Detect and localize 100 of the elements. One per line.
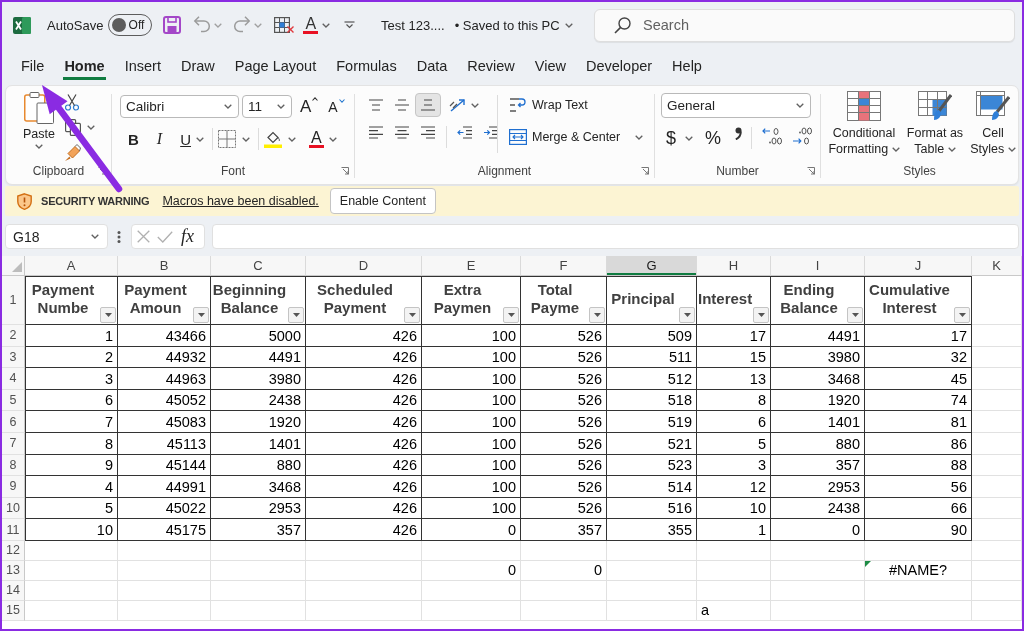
merge-center-button[interactable]: Merge & Center [504,125,626,149]
chevron-down-icon[interactable] [685,135,693,141]
column-header[interactable]: K [972,256,1022,276]
column-header[interactable]: F [521,256,607,276]
ribbon-tab[interactable]: Formulas [326,51,407,82]
row-header[interactable]: 11 [2,519,25,541]
bold-button[interactable]: B [123,127,144,151]
dialog-launcher-icon[interactable] [641,167,649,175]
currency-button[interactable]: $ [661,126,681,150]
formula-input[interactable] [212,224,1019,249]
table-x-icon[interactable] [274,17,295,33]
font-size-dropdown[interactable]: 11 [242,94,292,118]
row-header[interactable]: 4 [2,368,25,390]
chevron-down-icon[interactable] [288,136,296,142]
search-field[interactable]: Search [594,8,1015,42]
align-center-icon[interactable] [394,126,410,139]
vertical-dots-icon[interactable] [117,231,121,243]
chevron-down-icon[interactable] [635,134,644,140]
ribbon-tab[interactable]: Review [457,51,525,82]
ribbon-tab[interactable]: Insert [114,51,171,82]
ribbon-tab[interactable]: View [524,51,576,82]
paint-bucket-icon[interactable] [264,130,282,148]
filter-button[interactable] [503,307,519,323]
paintbrush-icon[interactable] [64,144,81,161]
cell-styles-button[interactable]: Cell Styles [969,91,1017,162]
column-header[interactable]: C [211,256,306,276]
comma-icon[interactable] [735,127,743,140]
align-left-icon[interactable] [368,126,384,139]
row-header[interactable]: 15 [2,600,25,621]
filter-button[interactable] [193,307,209,323]
ribbon-tab[interactable]: Developer [576,51,663,82]
filter-button[interactable] [679,307,695,323]
filter-button[interactable] [847,307,863,323]
column-header[interactable]: A [25,256,118,276]
row-header[interactable]: 6 [2,411,25,433]
align-right-icon[interactable] [420,126,436,139]
chevron-down-icon[interactable] [322,22,331,28]
shrink-font-button[interactable]: A [323,94,350,118]
indent-left-icon[interactable] [457,126,473,139]
diagonal-arrow-icon[interactable] [449,98,467,112]
italic-button[interactable]: I [151,127,168,151]
ribbon-tab[interactable]: Draw [170,51,225,82]
font-color-button[interactable]: A [303,16,319,34]
column-header[interactable]: H [697,256,771,276]
app-logo-icon[interactable] [13,16,31,34]
borders-icon[interactable] [218,130,236,148]
row-header[interactable]: 8 [2,454,25,477]
row-header[interactable]: 13 [2,560,25,581]
format-as-table-button[interactable]: Format as Table [905,91,965,162]
filter-button[interactable] [404,307,420,323]
name-box[interactable]: G18 [5,224,108,249]
indent-right-icon[interactable] [483,126,499,139]
ribbon-tab[interactable]: Page Layout [224,51,327,82]
percent-button[interactable]: % [700,126,727,150]
row-header[interactable]: 5 [2,389,25,412]
macros-link[interactable]: Macros have been disabled. [162,194,319,208]
chevron-down-icon[interactable] [564,22,573,28]
filter-button[interactable] [954,307,970,323]
row-header[interactable]: 12 [2,540,25,561]
decimal-right-icon[interactable] [792,127,813,145]
ribbon-tab[interactable]: File [11,51,55,82]
column-header[interactable]: E [422,256,521,276]
row-header[interactable]: 7 [2,432,25,455]
dialog-launcher-icon[interactable] [341,167,349,175]
chevron-down-icon[interactable] [196,136,204,142]
column-header[interactable]: G [607,256,697,276]
insert-function-button[interactable]: fx [181,226,194,247]
grow-font-button[interactable]: A [295,94,324,118]
filter-button[interactable] [288,307,304,323]
ribbon-tab[interactable]: Help [662,51,712,82]
chevron-down-icon[interactable] [471,102,479,108]
pages-icon[interactable] [64,119,81,136]
wrap-text-button[interactable]: Wrap Text [504,93,644,117]
check-icon[interactable] [157,230,173,243]
row-header[interactable]: 2 [2,325,25,347]
enable-content-button[interactable]: Enable Content [329,188,436,214]
column-header[interactable]: J [865,256,972,276]
row-header[interactable]: 1 [2,276,25,325]
filter-button[interactable] [100,307,116,323]
filter-button[interactable] [753,307,769,323]
chevron-down-icon[interactable] [86,125,95,130]
decimal-left-icon[interactable] [762,127,783,145]
column-header[interactable]: D [306,256,422,276]
customize-icon[interactable] [344,21,356,29]
chevron-down-icon[interactable] [242,136,250,142]
conditional-formatting-button[interactable]: Conditional Formatting [827,91,901,162]
underline-button[interactable]: U [175,127,196,151]
ribbon-tab[interactable]: Home [54,51,115,82]
font-color-button[interactable]: A [304,127,329,151]
font-name-dropdown[interactable]: Calibri [120,94,239,118]
chevron-down-icon[interactable] [328,136,337,142]
row-header[interactable]: 3 [2,346,25,369]
row-header[interactable]: 14 [2,580,25,601]
column-header[interactable]: I [771,256,865,276]
number-format-dropdown[interactable]: General [661,93,811,118]
filter-button[interactable] [589,307,605,323]
ribbon-tab[interactable]: Data [406,51,458,82]
scissors-icon[interactable] [64,94,79,111]
dialog-launcher-icon[interactable] [807,167,815,175]
row-header[interactable]: 10 [2,497,25,520]
